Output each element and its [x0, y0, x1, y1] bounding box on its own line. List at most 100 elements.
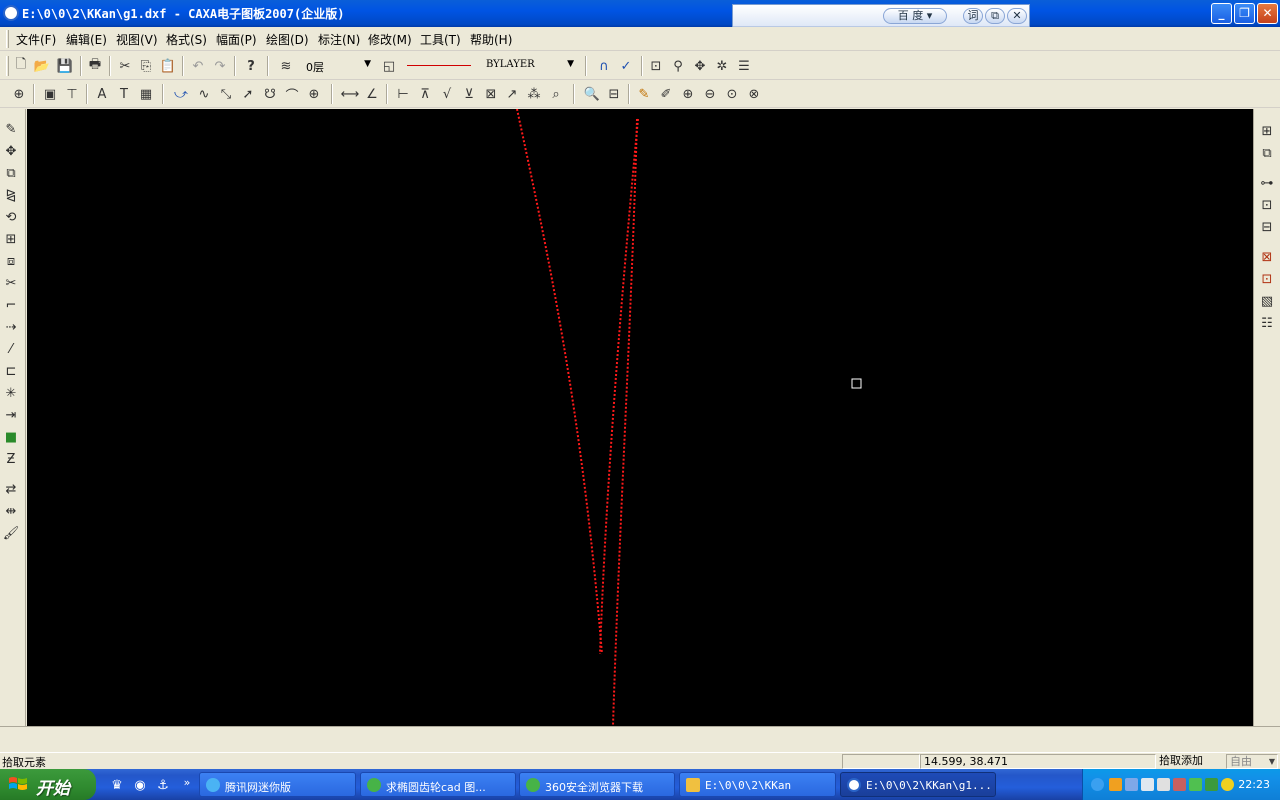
ellipse-icon[interactable]: ⌒ — [282, 84, 302, 104]
zoom-out-icon[interactable]: ⊖ — [700, 84, 720, 104]
quicklaunch-anchor-icon[interactable]: ⚓ — [154, 776, 172, 794]
print-icon[interactable]: 🖶 — [85, 56, 105, 76]
line-color-preview[interactable] — [407, 65, 471, 66]
stack-icon[interactable]: ☷ — [1257, 313, 1277, 333]
start-button[interactable]: 开始 — [0, 769, 96, 800]
task-caxa[interactable]: E:\0\0\2\KKan\g1... — [840, 772, 996, 797]
format-painter-icon[interactable]: ⇹ — [1, 501, 21, 521]
arrow-icon[interactable]: ➚ — [238, 84, 258, 104]
linetype-select[interactable]: BYLAYER ▼ — [483, 56, 576, 76]
leader-icon[interactable]: ↗ — [502, 84, 522, 104]
library-import-icon[interactable]: ⊟ — [1257, 217, 1277, 237]
minimize-button[interactable]: _ — [1211, 3, 1232, 24]
zoom-all-icon[interactable]: ✲ — [712, 56, 732, 76]
baidu-copy-button[interactable]: ⧉ — [985, 8, 1005, 24]
align-icon[interactable]: ⇥ — [1, 405, 21, 425]
layer-select[interactable]: 0层 ▼ — [303, 56, 373, 76]
extend-icon[interactable]: ⇢ — [1, 317, 21, 337]
tray-expand-icon[interactable] — [1091, 778, 1104, 791]
balloon-icon[interactable]: ⊠ — [481, 84, 501, 104]
menu-dimension[interactable]: 标注(N) — [318, 31, 360, 48]
properties-icon[interactable]: ☰ — [734, 56, 754, 76]
match-icon[interactable]: ⇄ — [1, 479, 21, 499]
sequence-icon[interactable]: ▧ — [1257, 291, 1277, 311]
menu-tools[interactable]: 工具(T) — [420, 31, 461, 48]
trim-icon[interactable]: ✂ — [1, 273, 21, 293]
input-method-icon[interactable] — [1205, 778, 1218, 791]
brush-icon[interactable]: 🖌 — [1, 523, 21, 543]
copy-object-icon[interactable]: ⧉ — [1, 163, 21, 183]
network-icon[interactable] — [1125, 778, 1138, 791]
new-file-icon[interactable]: 🗋 — [11, 56, 31, 76]
block-icon[interactable]: ▦ — [136, 84, 156, 104]
pan-icon[interactable]: ✥ — [690, 56, 710, 76]
tolerance-icon[interactable]: ⊢ — [393, 84, 413, 104]
system-clock[interactable]: 22:23 — [1238, 778, 1270, 791]
copy-icon[interactable]: ⎘ — [136, 56, 156, 76]
zoom-window-icon[interactable]: ⊡ — [646, 56, 666, 76]
roughness-icon[interactable]: √ — [437, 84, 457, 104]
qq-icon[interactable] — [1109, 778, 1122, 791]
cut-icon[interactable]: ✂ — [115, 56, 135, 76]
line-icon[interactable]: ⤻ — [171, 84, 191, 104]
zoom-previous-icon[interactable]: ⊗ — [744, 84, 764, 104]
close-button[interactable]: ✕ — [1257, 3, 1278, 24]
array-icon[interactable]: ⊞ — [1, 229, 21, 249]
menu-modify[interactable]: 修改(M) — [368, 31, 412, 48]
circle-icon[interactable]: ☋ — [260, 84, 280, 104]
security-icon[interactable] — [1173, 778, 1186, 791]
zoom-in-icon[interactable]: ⊕ — [678, 84, 698, 104]
table-icon[interactable]: ⌕ — [546, 84, 566, 104]
menu-help[interactable]: 帮助(H) — [470, 31, 512, 48]
menu-format[interactable]: 格式(S) — [166, 31, 207, 48]
zoom-icon[interactable]: 🔍 — [582, 84, 602, 104]
undo-icon[interactable]: ↶ — [188, 56, 208, 76]
arc-icon[interactable]: ∿ — [194, 84, 214, 104]
baidu-close-button[interactable]: ✕ — [1007, 8, 1027, 24]
library-manage-icon[interactable]: ⊡ — [1257, 195, 1277, 215]
menu-view[interactable]: 视图(V) — [116, 31, 158, 48]
snap-settings-icon[interactable]: ✓ — [616, 56, 636, 76]
explode-icon[interactable]: ✳ — [1, 383, 21, 403]
quicklaunch-browser-icon[interactable]: ◉ — [131, 776, 149, 794]
task-tencent[interactable]: 腾讯网迷你版 — [199, 772, 356, 797]
baidu-dict-button[interactable]: 词 — [963, 8, 983, 24]
layer-icon[interactable]: ≋ — [276, 56, 296, 76]
text-icon[interactable]: T — [114, 84, 134, 104]
select-all-icon[interactable]: ⊕ — [9, 84, 29, 104]
window-titlebar[interactable]: E:\0\0\2\KKan\g1.dxf - CAXA电子图板2007(企业版)… — [0, 0, 1280, 27]
measure-icon[interactable]: ⊟ — [604, 84, 624, 104]
part-library-icon[interactable]: ⊶ — [1257, 173, 1277, 193]
menu-edit[interactable]: 编辑(E) — [66, 31, 107, 48]
datum-icon[interactable]: ⊼ — [415, 84, 435, 104]
task-browser-search[interactable]: 求椭圆齿轮cad 图... — [360, 772, 516, 797]
maximize-button[interactable]: ❐ — [1234, 3, 1255, 24]
quicklaunch-more[interactable]: » — [178, 773, 196, 791]
center-line-icon[interactable]: ⊕ — [304, 84, 324, 104]
save-icon[interactable]: 💾 — [55, 56, 75, 76]
zoom-extents-icon[interactable]: ⊙ — [722, 84, 742, 104]
dimension-icon[interactable]: ⟷ — [340, 84, 360, 104]
menu-draw[interactable]: 绘图(D) — [266, 31, 309, 48]
edit-icon[interactable]: ✐ — [656, 84, 676, 104]
redo-icon[interactable]: ↷ — [210, 56, 230, 76]
linetype-icon[interactable]: ◱ — [379, 56, 399, 76]
mirror-icon[interactable]: ⧎ — [1, 185, 21, 205]
task-browser-download[interactable]: 360安全浏览器下载 — [519, 772, 675, 797]
weld-icon[interactable]: ⊻ — [459, 84, 479, 104]
eraser-icon[interactable]: ✎ — [1, 119, 21, 139]
menu-sheet[interactable]: 幅面(P) — [216, 31, 257, 48]
signal-icon[interactable] — [1189, 778, 1202, 791]
status-pick-mode[interactable]: 拾取添加 — [1156, 754, 1224, 769]
fillet-icon[interactable]: ⌐ — [1, 295, 21, 315]
hatch-icon[interactable]: ⁂ — [524, 84, 544, 104]
scale-icon[interactable]: ⧈ — [1, 251, 21, 271]
caxa-app-icon[interactable] — [3, 5, 19, 21]
rotate-icon[interactable]: ⟲ — [1, 207, 21, 227]
open-folder-icon[interactable]: 📂 — [32, 56, 52, 76]
snap-mode-select[interactable]: 自由 ▼ — [1226, 754, 1278, 769]
angle-dimension-icon[interactable]: ∠ — [362, 84, 382, 104]
sheet-icon[interactable]: ⊡ — [1257, 269, 1277, 289]
text-style-icon[interactable]: A — [92, 84, 112, 104]
stretch-icon[interactable]: ⊏ — [1, 361, 21, 381]
